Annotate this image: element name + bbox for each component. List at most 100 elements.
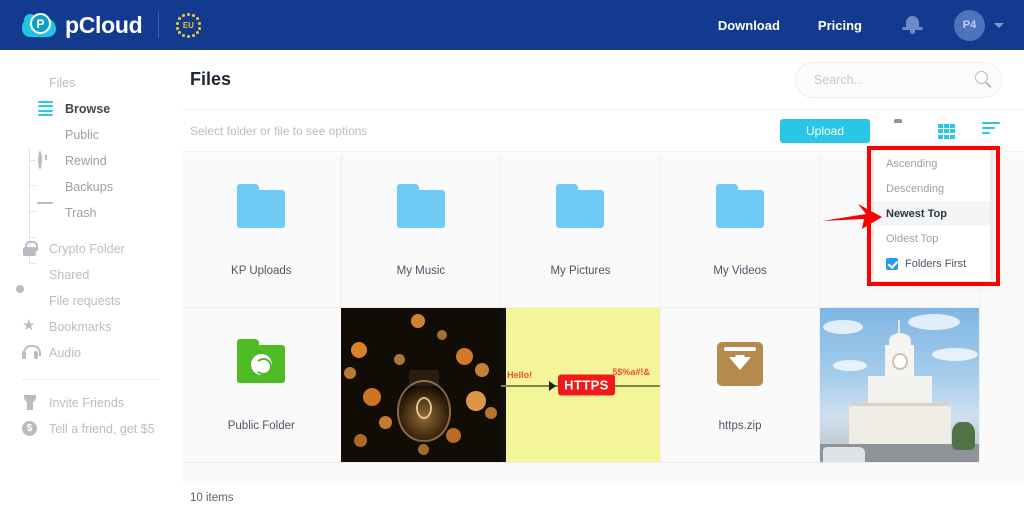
- blue-folder-icon: [716, 190, 764, 228]
- https-badge-label: HTTPS: [558, 375, 615, 396]
- file-tile-my-videos[interactable]: My Videos: [661, 153, 821, 308]
- file-tile-label: https.zip: [713, 420, 768, 432]
- upload-button[interactable]: Upload: [780, 119, 870, 143]
- list-icon: [38, 101, 55, 118]
- sort-option-descending[interactable]: Descending: [874, 176, 990, 201]
- item-count-label: 10 items: [190, 492, 233, 504]
- sidebar-item-label: Crypto Folder: [49, 242, 125, 256]
- sidebar-item-file-requests[interactable]: File requests: [0, 288, 182, 314]
- document-icon: [22, 75, 39, 92]
- blue-folder-icon: [237, 190, 285, 228]
- pcloud-logo-icon: P: [22, 12, 56, 38]
- sidebar-item-shared[interactable]: Shared: [0, 262, 182, 288]
- sort-option-label: Oldest Top: [886, 233, 938, 245]
- sidebar-item-invite-friends[interactable]: Invite Friends: [0, 390, 182, 416]
- pcloud-app: P pCloud EU Download Pricing: [0, 0, 1024, 512]
- sort-option-newest-top[interactable]: Newest Top: [874, 201, 990, 226]
- sidebar-item-label: Audio: [49, 346, 81, 360]
- chevron-down-icon[interactable]: [994, 23, 1004, 28]
- sidebar-item-backups[interactable]: Backups: [0, 174, 182, 200]
- avatar[interactable]: P4: [954, 10, 985, 41]
- file-tile-my-pictures[interactable]: My Pictures: [501, 153, 661, 308]
- trash-icon: [38, 205, 55, 222]
- lightbulb-bokeh-thumbnail: [341, 308, 501, 462]
- status-bar: 10 items: [182, 483, 1024, 512]
- file-tile-public-folder[interactable]: Public Folder: [182, 308, 342, 463]
- sidebar-item-label: Public: [65, 128, 99, 142]
- sort-option-oldest-top[interactable]: Oldest Top: [874, 226, 990, 251]
- toolbar-actions: Upload: [780, 119, 1002, 143]
- sidebar-item-label: File requests: [49, 294, 121, 308]
- file-tile-clock-tower-image[interactable]: [820, 308, 980, 463]
- file-tile-my-music[interactable]: My Music: [342, 153, 502, 308]
- file-tile-kp-uploads[interactable]: KP Uploads: [182, 153, 342, 308]
- download-link[interactable]: Download: [718, 18, 780, 33]
- sidebar-item-browse[interactable]: Browse: [0, 96, 182, 122]
- file-tile-https-zip[interactable]: https.zip: [661, 308, 821, 463]
- pricing-link[interactable]: Pricing: [818, 18, 862, 33]
- bell-icon[interactable]: [900, 12, 926, 38]
- file-tile-https-image[interactable]: Hello! HTTPS 5$%a#!&: [501, 308, 661, 463]
- eu-badge-icon: EU: [175, 12, 201, 38]
- red-arrow-annotation: [822, 200, 882, 234]
- green-folder-globe-icon: [237, 345, 285, 383]
- grid-view-icon[interactable]: [938, 122, 958, 140]
- file-tile-label: KP Uploads: [225, 265, 298, 277]
- sidebar-item-rewind[interactable]: Rewind: [0, 148, 182, 174]
- toolbar-hint: Select folder or file to see options: [190, 124, 367, 138]
- header-divider: [158, 12, 159, 38]
- eu-badge-label: EU: [175, 12, 201, 38]
- sidebar-divider: [22, 379, 160, 380]
- dollar-icon: $: [22, 421, 39, 438]
- main-header: Files: [182, 50, 1024, 110]
- new-folder-icon[interactable]: [894, 122, 914, 140]
- sidebar-item-label: Browse: [65, 102, 110, 116]
- sort-option-folders-first[interactable]: Folders First: [874, 251, 990, 276]
- file-tile-lightbulb-image[interactable]: [342, 308, 502, 463]
- sidebar-item-public[interactable]: Public: [0, 122, 182, 148]
- sidebar-item-trash[interactable]: Trash: [0, 200, 182, 226]
- sidebar-item-crypto-folder[interactable]: Crypto Folder: [0, 236, 182, 262]
- cloud-backup-icon: [38, 179, 55, 196]
- sidebar: Files Browse Public Rewind Backups Trash: [0, 50, 182, 512]
- sort-option-label: Ascending: [886, 158, 937, 170]
- file-request-icon: [22, 293, 39, 310]
- rewind-clock-icon: [38, 153, 55, 170]
- folders-first-checkbox[interactable]: [886, 258, 898, 270]
- sidebar-item-label: Bookmarks: [49, 320, 112, 334]
- clock-tower-photo-thumbnail: [820, 308, 980, 462]
- sidebar-item-tell-a-friend[interactable]: $ Tell a friend, get $5: [0, 416, 182, 442]
- brand-logo[interactable]: P pCloud: [22, 12, 142, 39]
- globe-icon: [38, 127, 55, 144]
- sort-option-label: Folders First: [905, 258, 966, 270]
- star-icon: ★: [22, 319, 39, 336]
- trophy-icon: [22, 395, 39, 412]
- sort-dropdown-menu[interactable]: Ascending Descending Newest Top Oldest T…: [874, 146, 990, 281]
- blue-folder-icon: [556, 190, 604, 228]
- headphones-icon: [22, 345, 39, 362]
- zip-archive-icon: [717, 342, 763, 386]
- sidebar-item-label: Trash: [65, 206, 97, 220]
- file-tile-label: My Pictures: [544, 265, 616, 277]
- sidebar-item-audio[interactable]: Audio: [0, 340, 182, 366]
- blue-folder-icon: [397, 190, 445, 228]
- sidebar-item-label: Backups: [65, 180, 113, 194]
- sidebar-item-label: Rewind: [65, 154, 107, 168]
- sort-option-label: Newest Top: [886, 208, 947, 220]
- file-tile-label: Public Folder: [222, 420, 301, 432]
- sidebar-item-label: Shared: [49, 268, 89, 282]
- sort-option-ascending[interactable]: Ascending: [874, 151, 990, 176]
- sidebar-item-bookmarks[interactable]: ★ Bookmarks: [0, 314, 182, 340]
- sidebar-item-label: Tell a friend, get $5: [49, 422, 155, 436]
- main-content: Files Select folder or file to see optio…: [182, 50, 1024, 512]
- search-icon[interactable]: [975, 71, 988, 84]
- sidebar-item-label: Invite Friends: [49, 396, 124, 410]
- sidebar-item-label: Files: [49, 76, 75, 90]
- https-cipher-label: 5$%a#!&: [612, 367, 650, 377]
- search-input[interactable]: [795, 62, 1002, 98]
- file-tile-label: My Music: [391, 265, 452, 277]
- sort-icon[interactable]: [982, 122, 1002, 140]
- https-diagram-thumbnail: Hello! HTTPS 5$%a#!&: [501, 308, 661, 462]
- search-box[interactable]: [795, 62, 1002, 98]
- sidebar-item-files[interactable]: Files: [0, 70, 182, 96]
